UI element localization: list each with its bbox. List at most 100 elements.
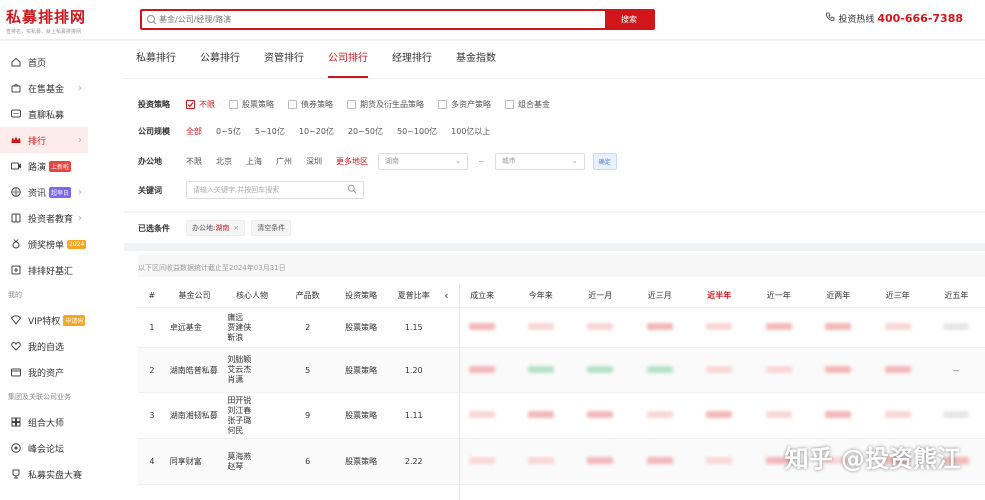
cell-company[interactable]: 湖南湘韧私募 [166, 410, 224, 421]
person-name[interactable]: 庸远 [227, 313, 281, 323]
city-select[interactable]: 城市 ⌄ [494, 152, 585, 170]
sidebar-item-wallet[interactable]: 我的资产 [0, 359, 124, 385]
cell-company[interactable]: 湖南皓普私募 [166, 365, 224, 376]
cell-return [630, 365, 690, 375]
scale-option[interactable]: 20~50亿 [348, 126, 383, 137]
column-header[interactable]: 夏普比率 [388, 290, 440, 301]
column-header[interactable]: 近半年 [690, 290, 750, 301]
person-name[interactable]: 莫海燕 [227, 452, 281, 462]
confirm-location-button[interactable]: 确定 [592, 152, 617, 170]
person-name[interactable]: 何民 [227, 426, 281, 436]
checkbox-icon[interactable] [288, 99, 297, 109]
chevron-right-icon: › [78, 134, 82, 146]
tab-0[interactable]: 私募排行 [124, 40, 188, 78]
strategy-option[interactable]: 组合基金 [505, 99, 550, 110]
column-header[interactable]: 近三年 [868, 290, 928, 301]
strategy-option[interactable]: 债券策略 [288, 99, 333, 110]
more-regions-link[interactable]: 更多地区 [336, 156, 368, 167]
cell-company[interactable]: 卓远基金 [166, 322, 224, 333]
logo[interactable]: 私募排排网 查排名，买私募，就上私募排排网 [6, 6, 116, 35]
keyword-input[interactable]: 请输入关键字,并按回车搜索 [186, 181, 364, 199]
checkbox-icon[interactable] [229, 99, 238, 109]
location-option[interactable]: 上海 [246, 156, 262, 167]
sidebar-item-chat[interactable]: 直聊私募 [0, 101, 124, 127]
strategy-option[interactable]: 多资产策略 [438, 99, 491, 110]
search-icon[interactable] [347, 184, 357, 196]
tab-2[interactable]: 资管排行 [252, 40, 316, 78]
blurred-value [587, 457, 614, 464]
checkbox-icon[interactable] [438, 99, 447, 109]
location-label: 办公地 [138, 156, 162, 166]
cell-company[interactable]: 同享财富 [166, 456, 224, 467]
scale-option[interactable]: 10~20亿 [299, 126, 334, 137]
sidebar-item-home[interactable]: 首页 [0, 49, 124, 75]
cell-return [689, 411, 749, 420]
tab-1[interactable]: 公募排行 [188, 40, 252, 78]
chevron-left-icon[interactable]: ‹ [440, 289, 454, 302]
person-name[interactable]: 刘朏颖 [227, 355, 281, 365]
person-name[interactable]: 刘江春 [227, 406, 281, 416]
column-header[interactable]: 近五年 [928, 290, 985, 301]
person-name[interactable]: 张子璐 [227, 416, 281, 426]
person-name[interactable]: 靳浪 [227, 333, 281, 343]
checkbox-checked-icon[interactable] [186, 99, 195, 109]
sidebar-item-forum[interactable]: 峰会论坛 [0, 435, 124, 461]
clear-conditions-button[interactable]: 清空条件 [251, 220, 292, 236]
sidebar-item-bag[interactable]: 在售基金 › [0, 75, 124, 101]
sidebar-item-news[interactable]: 资讯 超早日 › [0, 179, 124, 205]
sidebar-item-star[interactable]: 排排好基汇 [0, 257, 124, 283]
strategy-option[interactable]: 不限 [186, 99, 215, 110]
column-header[interactable]: 近两年 [809, 290, 869, 301]
phone-icon [825, 12, 835, 25]
sidebar-item-trophy[interactable]: 私募实盘大赛 [0, 461, 124, 487]
column-header[interactable]: 今年来 [511, 290, 571, 301]
person-name[interactable]: 肖潇 [227, 375, 281, 385]
sidebar-item-book[interactable]: 投资者教育 › [0, 205, 124, 231]
sidebar-item-heart[interactable]: 我的自选 [0, 333, 124, 359]
person-name[interactable]: 田开锐 [227, 396, 281, 406]
scale-option[interactable]: 100亿以上 [451, 126, 490, 137]
sidebar-item-grid[interactable]: 组合大师 [0, 409, 124, 435]
keyword-placeholder: 请输入关键字,并按回车搜索 [193, 186, 280, 194]
scale-option[interactable]: 全部 [186, 126, 202, 137]
cell-people: 庸远 贾建侠 靳浪 [223, 313, 281, 343]
person-name[interactable]: 艾云杰 [227, 365, 281, 375]
tab-4[interactable]: 经理排行 [380, 40, 444, 78]
sidebar-item-video[interactable]: 路演 上新啦 [0, 153, 124, 179]
table-row[interactable]: 3 湖南湘韧私募 田开锐 刘江春 张子璐 何民 9 股票策略 1.11 [138, 393, 985, 439]
person-name[interactable]: 贾建侠 [227, 323, 281, 333]
checkbox-icon[interactable] [505, 99, 514, 109]
sidebar-item-label: 峰会论坛 [28, 444, 65, 455]
cell-return [570, 457, 630, 466]
person-name[interactable]: 赵琴 [227, 462, 281, 472]
sidebar-item-vip[interactable]: VIP特权 申请码 [0, 307, 124, 333]
blurred-value [527, 365, 554, 373]
tab-3[interactable]: 公司排行 [316, 40, 380, 78]
strategy-option[interactable]: 股票策略 [229, 99, 274, 110]
column-header[interactable]: 近一年 [749, 290, 809, 301]
checkbox-icon[interactable] [347, 99, 356, 109]
sidebar-item-crown[interactable]: 排行 › [0, 127, 88, 153]
location-option[interactable]: 深圳 [306, 156, 322, 167]
search-button[interactable]: 搜索 [605, 11, 653, 28]
location-option[interactable]: 北京 [216, 156, 232, 167]
location-option[interactable]: 不限 [186, 156, 202, 167]
strategy-option[interactable]: 期货及衍生品策略 [347, 99, 424, 110]
search-input[interactable] [159, 11, 605, 28]
table-row[interactable]: 1 卓远基金 庸远 贾建侠 靳浪 2 股票策略 1.15 [138, 308, 985, 348]
wallet-icon [10, 366, 22, 378]
column-header[interactable]: 成立来 [453, 290, 511, 301]
province-select[interactable]: 湖南 ⌄ [378, 152, 468, 170]
scale-option[interactable]: 5~10亿 [255, 126, 285, 137]
location-option[interactable]: 广州 [276, 156, 292, 167]
cell-return [808, 411, 868, 420]
sidebar-item-medal[interactable]: 颁奖榜单 2024 [0, 231, 124, 257]
table-header: # 基金公司 核心人物 产品数 投资策略 夏普比率 ‹ 成立来 今年来 近一月 近三月 近半年 近一年近… [138, 284, 985, 308]
close-icon[interactable]: × [233, 224, 239, 232]
scale-option[interactable]: 50~100亿 [397, 126, 437, 137]
column-header[interactable]: 近一月 [570, 290, 630, 301]
scale-option[interactable]: 0~5亿 [216, 126, 241, 137]
table-row[interactable]: 2 湖南皓普私募 刘朏颖 艾云杰 肖潇 5 股票策略 1.20 -- [138, 348, 985, 393]
tab-5[interactable]: 基金指数 [444, 40, 508, 78]
column-header[interactable]: 近三月 [630, 290, 690, 301]
